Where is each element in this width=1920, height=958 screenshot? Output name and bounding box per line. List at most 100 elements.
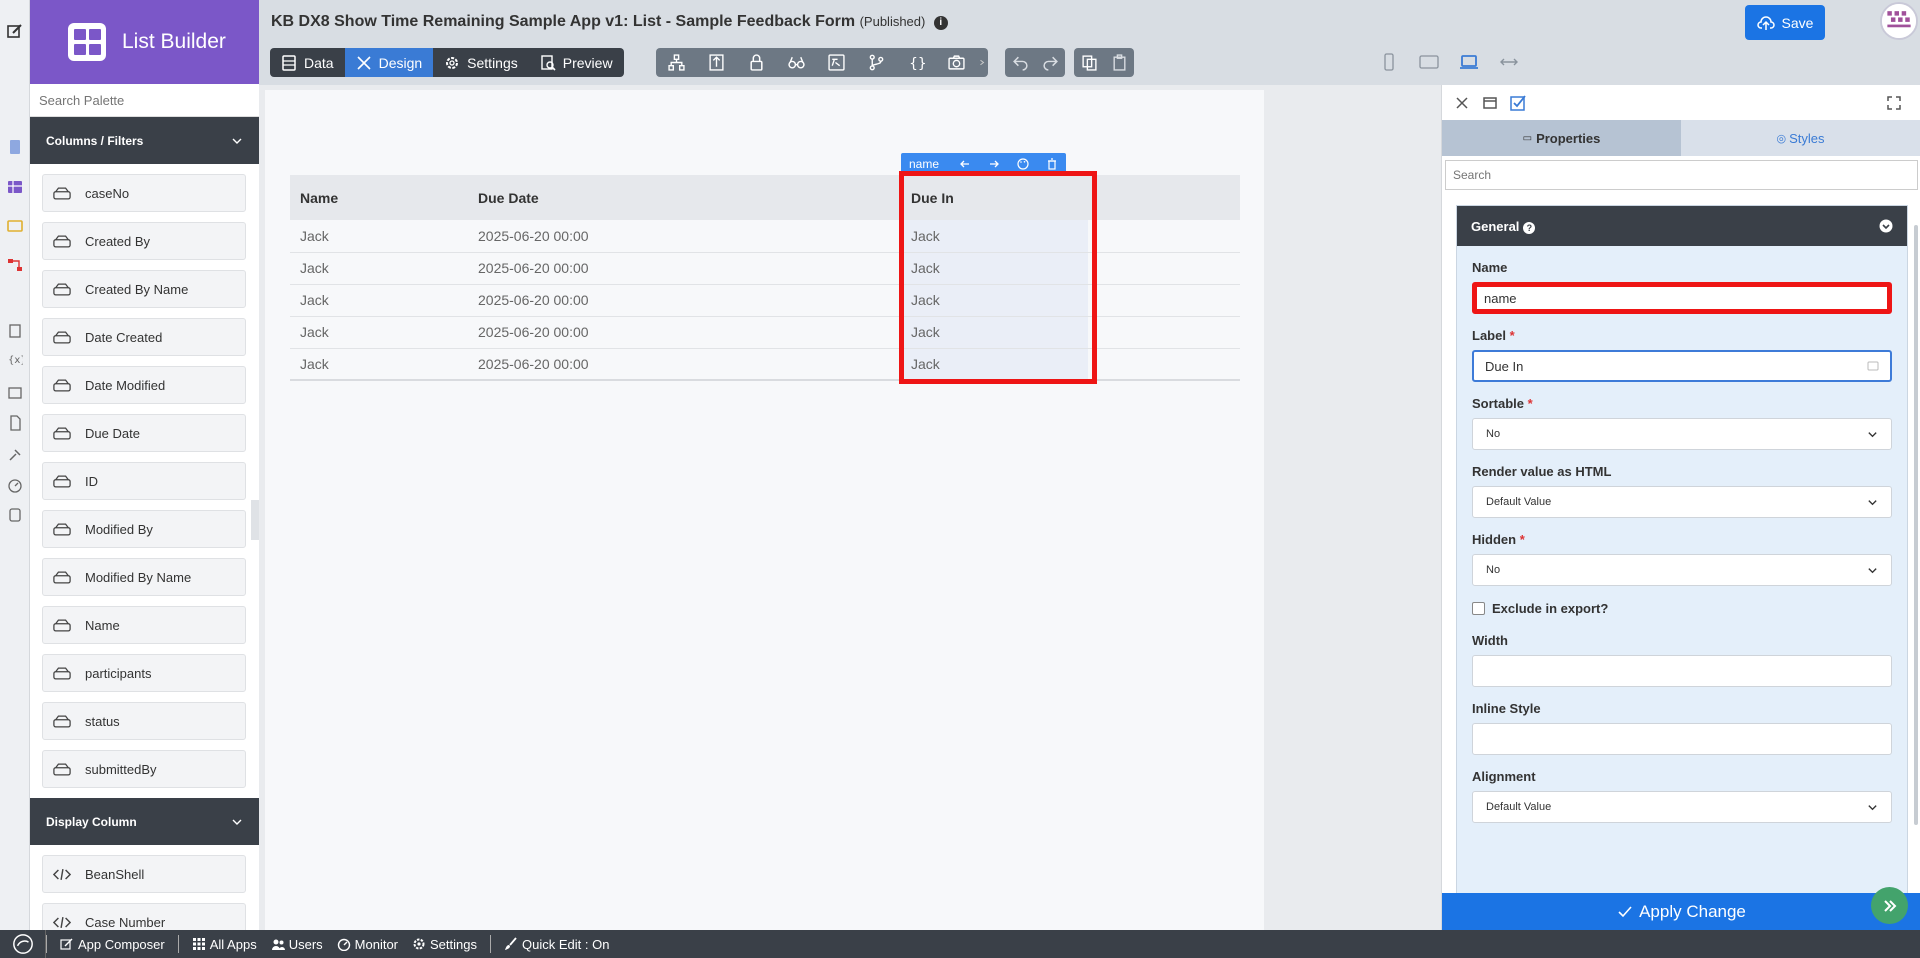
name-field[interactable]: name [1472, 282, 1892, 314]
help-icon[interactable]: ? [1523, 221, 1536, 234]
column-header-name[interactable]: Name [290, 175, 468, 220]
column-header-due-date[interactable]: Due Date [468, 175, 901, 220]
move-right-button[interactable] [980, 158, 1009, 170]
fullwidth-view-button[interactable] [1494, 51, 1524, 73]
palette-column-item[interactable]: participants [42, 654, 246, 692]
desktop-view-button[interactable] [1454, 51, 1484, 73]
edit-icon[interactable] [6, 22, 24, 40]
copy-button[interactable] [1074, 48, 1104, 77]
clipboard-group [1074, 48, 1134, 77]
palette-column-item[interactable]: submittedBy [42, 750, 246, 788]
column-header-due-in[interactable]: Due In [901, 175, 1088, 220]
resource-icon[interactable] [6, 384, 24, 402]
inspect-button[interactable] [776, 48, 816, 77]
sortable-select[interactable]: No [1472, 418, 1892, 450]
close-panel-button[interactable] [1454, 93, 1482, 113]
style-button[interactable] [1008, 157, 1037, 170]
palette-display-item[interactable]: Case Number [42, 903, 246, 930]
tab-data[interactable]: Data [270, 48, 345, 77]
version-button[interactable] [856, 48, 896, 77]
screenshot-button[interactable] [936, 48, 976, 77]
joget-logo-icon[interactable] [0, 930, 46, 958]
users-link[interactable]: Users [264, 937, 330, 952]
avatar[interactable] [1880, 2, 1918, 40]
palette-column-item[interactable]: Created By Name [42, 270, 246, 308]
panel-scrollbar[interactable] [1914, 225, 1918, 825]
tab-design[interactable]: Design [344, 48, 434, 77]
tab-styles[interactable]: ◎ Styles [1681, 120, 1920, 156]
all-apps-link[interactable]: All Apps [185, 937, 264, 952]
svg-text:{x}: {x} [8, 355, 23, 366]
cell-due-in: Jack [901, 252, 1088, 285]
palette-column-item[interactable]: Name [42, 606, 246, 644]
undo-button[interactable] [1005, 48, 1035, 77]
expand-panel-button[interactable] [1886, 93, 1914, 113]
label-field[interactable]: Due In [1472, 350, 1892, 382]
palette-column-item[interactable]: Created By [42, 222, 246, 260]
display-column-header[interactable]: Display Column [30, 798, 259, 845]
delete-column-button[interactable] [1037, 157, 1066, 170]
palette-column-item[interactable]: Modified By [42, 510, 246, 548]
palette-column-item[interactable]: Modified By Name [42, 558, 246, 596]
general-section-header[interactable]: General? [1457, 206, 1907, 246]
palette-collapse-handle[interactable] [251, 500, 259, 540]
tab-properties[interactable]: ▭ Properties [1442, 120, 1681, 156]
inline-style-field[interactable] [1472, 723, 1892, 755]
form-icon[interactable] [6, 138, 24, 156]
width-field[interactable] [1472, 655, 1892, 687]
mobile-view-button[interactable] [1374, 51, 1404, 73]
save-button[interactable]: Save [1745, 5, 1825, 40]
translate-icon[interactable] [1867, 360, 1879, 372]
redo-button[interactable] [1035, 48, 1065, 77]
panel-check-button[interactable] [1510, 93, 1538, 113]
tree-structure-button[interactable] [656, 48, 696, 77]
quick-edit-toggle[interactable]: Quick Edit : On [497, 937, 616, 952]
alignment-select[interactable]: Default Value [1472, 791, 1892, 823]
sort-columns-button[interactable] [696, 48, 736, 77]
more-tools-button[interactable] [976, 48, 988, 77]
search-palette-input[interactable] [30, 84, 259, 117]
hidden-select[interactable]: No [1472, 554, 1892, 586]
advanced-toggle-button[interactable] [1871, 887, 1908, 924]
permission-button[interactable] [736, 48, 776, 77]
palette-column-item[interactable]: Date Created [42, 318, 246, 356]
list-icon[interactable] [6, 178, 24, 196]
settings-link[interactable]: Settings [405, 937, 484, 952]
svg-text:{}: {} [909, 56, 925, 71]
cloud-upload-icon [1756, 15, 1775, 30]
process-icon[interactable] [6, 256, 24, 274]
translate-button[interactable] [816, 48, 856, 77]
document-icon[interactable] [6, 414, 24, 432]
palette-column-item[interactable]: status [42, 702, 246, 740]
palette-column-label: status [85, 713, 120, 729]
userview-icon[interactable] [6, 218, 24, 236]
tablet-view-button[interactable] [1414, 51, 1444, 73]
palette-column-item[interactable]: Due Date [42, 414, 246, 452]
note-icon[interactable] [6, 322, 24, 340]
palette-column-item[interactable]: ID [42, 462, 246, 500]
list-builder-logo-icon [68, 23, 106, 61]
json-button[interactable]: {} [896, 48, 936, 77]
apply-change-button[interactable]: Apply Change [1442, 893, 1920, 930]
move-left-button[interactable] [951, 158, 980, 170]
code-icon [53, 867, 73, 881]
plugin-icon[interactable] [6, 446, 24, 464]
palette-column-item[interactable]: Date Modified [42, 366, 246, 404]
phone-icon [1384, 53, 1394, 71]
performance-icon[interactable] [6, 476, 24, 494]
paste-button[interactable] [1104, 48, 1134, 77]
properties-search-input[interactable] [1445, 160, 1918, 190]
exclude-export-checkbox[interactable] [1472, 602, 1485, 615]
monitor-link[interactable]: Monitor [330, 937, 405, 952]
panel-view-button[interactable] [1482, 93, 1510, 113]
palette-column-item[interactable]: caseNo [42, 174, 246, 212]
app-composer-link[interactable]: App Composer [53, 937, 172, 952]
info-icon[interactable]: i [933, 16, 948, 30]
tab-settings[interactable]: Settings [433, 48, 529, 77]
render-html-select[interactable]: Default Value [1472, 486, 1892, 518]
tab-preview[interactable]: Preview [528, 48, 624, 77]
logs-icon[interactable] [6, 506, 24, 524]
palette-display-item[interactable]: BeanShell [42, 855, 246, 893]
columns-filters-header[interactable]: Columns / Filters [30, 117, 259, 164]
variable-icon[interactable]: {x} [6, 350, 24, 368]
